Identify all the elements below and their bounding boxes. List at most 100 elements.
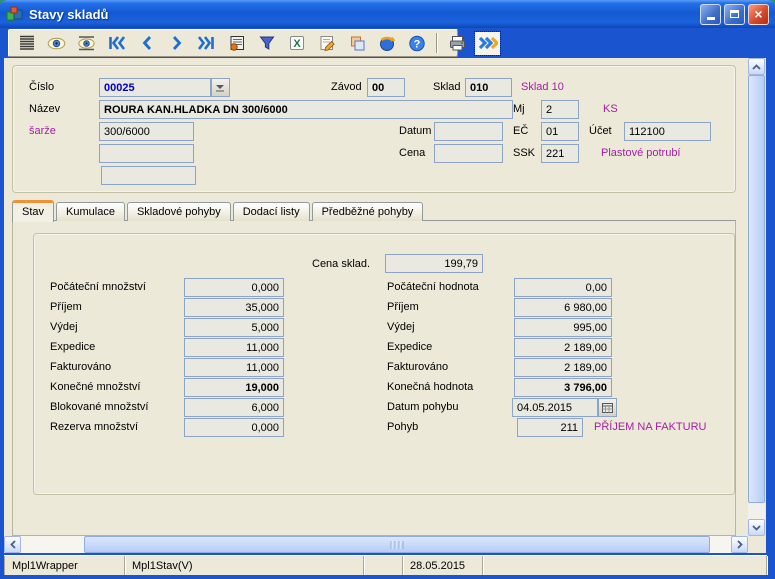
scroll-left-button[interactable] (4, 536, 21, 553)
ec-label: EČ (513, 125, 528, 138)
sklad-field[interactable]: 010 (465, 78, 512, 97)
previous-record-button[interactable] (134, 32, 159, 55)
fast-forward-button[interactable] (475, 32, 500, 55)
horizontal-scrollbar[interactable] (4, 536, 748, 553)
filter-button[interactable] (254, 32, 279, 55)
fakturovano-hodnota-field[interactable]: 2 189,00 (514, 358, 612, 377)
form-area: Číslo 00025 Závod 00 Sklad 010 Sklad 10 … (4, 58, 766, 553)
tab-stav[interactable]: Stav (12, 200, 54, 222)
next-record-icon (169, 34, 185, 52)
status-cell-empty (364, 556, 403, 575)
stav-groupbox: Cena sklad. 199,79 Počáteční množství 0,… (33, 233, 735, 495)
pohyb-label: Pohyb (387, 421, 418, 434)
scroll-down-button[interactable] (748, 519, 765, 536)
sarze-field-3[interactable] (101, 166, 196, 185)
pocatecni-mnozstvi-field[interactable]: 0,000 (184, 278, 284, 297)
export-excel-button[interactable]: X (284, 32, 309, 55)
maximize-button[interactable] (724, 4, 745, 25)
status-cell-wrapper: Mpl1Wrapper (4, 556, 125, 575)
expedice-hodnota-field[interactable]: 2 189,00 (514, 338, 612, 357)
zavod-field[interactable]: 00 (367, 78, 405, 97)
last-record-button[interactable] (194, 32, 219, 55)
tab-dodaci-listy[interactable]: Dodací listy (233, 202, 310, 221)
mj-field[interactable]: 2 (541, 100, 579, 119)
app-window: Stavy skladů × (0, 0, 775, 579)
item-header-groupbox: Číslo 00025 Závod 00 Sklad 010 Sklad 10 … (12, 65, 736, 193)
copy-icon (348, 34, 366, 52)
first-record-button[interactable] (104, 32, 129, 55)
rezerva-mnozstvi-field[interactable]: 0,000 (184, 418, 284, 437)
print-icon (448, 34, 467, 52)
minimize-button[interactable] (700, 4, 721, 25)
konecna-hodnota-field[interactable]: 3 796,00 (514, 378, 612, 397)
tab-strip: Stav Kumulace Skladové pohyby Dodací lis… (12, 199, 425, 221)
expedice-mnozstvi-label: Expedice (50, 341, 95, 354)
prijem-hodnota-field[interactable]: 6 980,00 (514, 298, 612, 317)
konecna-hodnota-label: Konečná hodnota (387, 381, 473, 394)
zavod-label: Závod (331, 81, 362, 94)
print-button[interactable] (445, 32, 470, 55)
copy-button[interactable] (344, 32, 369, 55)
datum-pohybu-field[interactable]: 04.05.2015 (512, 398, 598, 417)
export-excel-icon: X (288, 34, 306, 52)
app-icon (6, 6, 23, 22)
tab-kumulace[interactable]: Kumulace (56, 202, 125, 221)
blokovane-mnozstvi-field[interactable]: 6,000 (184, 398, 284, 417)
ec-field[interactable]: 01 (541, 122, 579, 141)
sarze-label: šarže (29, 125, 56, 138)
ucet-label: Účet (589, 125, 612, 138)
dropdown-arrow-icon (216, 84, 225, 92)
horizontal-scroll-thumb[interactable] (84, 536, 710, 553)
help-button[interactable]: ? (404, 32, 429, 55)
sarze-field[interactable]: 300/6000 (99, 122, 194, 141)
maximize-icon (730, 10, 739, 18)
next-record-button[interactable] (164, 32, 189, 55)
scroll-right-button[interactable] (731, 536, 748, 553)
vydej-hodnota-field[interactable]: 995,00 (514, 318, 612, 337)
status-cell-view: Mpl1Stav(V) (125, 556, 364, 575)
svg-text:?: ? (413, 39, 420, 51)
ssk-note: Plastové potrubí (601, 147, 681, 160)
cislo-dropdown-button[interactable] (211, 78, 230, 97)
edit-note-button[interactable] (314, 32, 339, 55)
calendar-icon (602, 403, 613, 413)
toolbar: X (8, 29, 458, 57)
ssk-field[interactable]: 221 (541, 144, 579, 163)
expedice-hodnota-label: Expedice (387, 341, 432, 354)
previous-record-icon (139, 34, 155, 52)
view-detail-button[interactable] (74, 32, 99, 55)
vertical-scrollbar[interactable] (748, 58, 765, 536)
pocatecni-hodnota-field[interactable]: 0,00 (514, 278, 612, 297)
datum-pohybu-calendar-button[interactable] (598, 398, 617, 417)
sklad-label: Sklad (433, 81, 461, 94)
pocatecni-mnozstvi-label: Počáteční množství (50, 281, 146, 294)
vertical-scroll-thumb[interactable] (748, 75, 765, 503)
cislo-field[interactable]: 00025 (99, 78, 211, 97)
toolbar-row: X (4, 28, 771, 58)
cena-field[interactable] (434, 144, 503, 163)
fakturovano-mnozstvi-label: Fakturováno (50, 361, 111, 374)
nazev-label: Název (29, 103, 60, 116)
vydej-mnozstvi-field[interactable]: 5,000 (184, 318, 284, 337)
window-title: Stavy skladů (29, 7, 697, 22)
svg-text:X: X (293, 38, 301, 50)
scroll-up-button[interactable] (748, 58, 765, 75)
sarze-field-2[interactable] (99, 144, 194, 163)
fakturovano-mnozstvi-field[interactable]: 11,000 (184, 358, 284, 377)
nazev-field[interactable]: ROURA KAN.HLADKA DN 300/6000 (99, 100, 513, 119)
view-button[interactable] (44, 32, 69, 55)
refresh-button[interactable] (374, 32, 399, 55)
close-button[interactable]: × (748, 4, 769, 25)
menu-list-button[interactable] (14, 32, 39, 55)
fakturovano-hodnota-label: Fakturováno (387, 361, 448, 374)
tab-predbezne-pohyby[interactable]: Předběžné pohyby (312, 202, 424, 221)
ucet-field[interactable]: 112100 (624, 122, 711, 141)
expedice-mnozstvi-field[interactable]: 11,000 (184, 338, 284, 357)
konecne-mnozstvi-field[interactable]: 19,000 (184, 378, 284, 397)
pohyb-field[interactable]: 211 (517, 418, 583, 437)
records-browse-button[interactable] (224, 32, 249, 55)
datum-field[interactable] (434, 122, 503, 141)
tab-skladove-pohyby[interactable]: Skladové pohyby (127, 202, 231, 221)
cena-sklad-field[interactable]: 199,79 (385, 254, 483, 273)
prijem-mnozstvi-field[interactable]: 35,000 (184, 298, 284, 317)
